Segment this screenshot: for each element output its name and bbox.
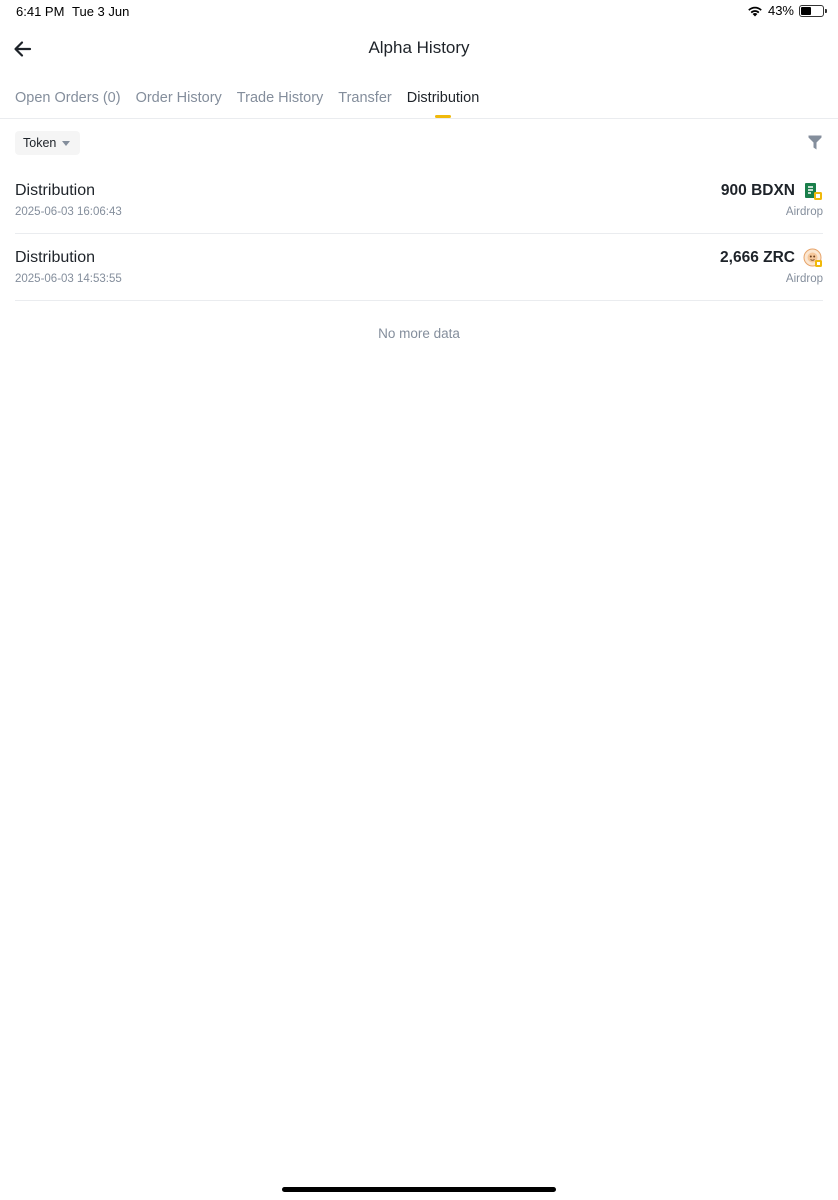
status-bar: 6:41 PM Tue 3 Jun 43%	[0, 0, 838, 24]
tab-label: Order History	[135, 90, 222, 106]
tab-label: Transfer	[338, 90, 392, 106]
tab-bar: Open Orders (0) Order History Trade Hist…	[15, 90, 480, 118]
no-more-data-label: No more data	[378, 326, 460, 341]
battery-icon	[799, 4, 827, 17]
header: Alpha History	[0, 30, 838, 70]
tab-label: Trade History	[236, 90, 324, 106]
page-title: Alpha History	[368, 38, 470, 57]
record-type: Airdrop	[785, 273, 823, 285]
record-amount: 900 BDXN	[720, 182, 795, 199]
bdxn-token-icon	[805, 183, 822, 200]
record-time: 2025-06-03 14:53:55	[15, 273, 122, 285]
tab-distribution[interactable]: Distribution	[406, 90, 480, 118]
token-filter-dropdown[interactable]: Token	[15, 131, 81, 155]
caret-down-icon	[62, 140, 71, 146]
tab-label: Open Orders (0)	[15, 90, 121, 106]
status-indicators: 43%	[747, 3, 827, 18]
wifi-icon	[748, 6, 762, 16]
app-screen: 6:41 PM Tue 3 Jun 43% Alpha History Open…	[0, 0, 838, 1200]
tab-trade-history[interactable]: Trade History	[237, 90, 323, 106]
tab-open-orders[interactable]: Open Orders (0)	[15, 90, 121, 106]
list-item[interactable]: Distribution 2025-06-03 16:06:43 900 BDX…	[15, 167, 823, 234]
tab-transfer[interactable]: Transfer	[338, 90, 391, 106]
record-amount: 2,666 ZRC	[720, 249, 795, 266]
tabs-divider	[0, 118, 838, 119]
list-item[interactable]: Distribution 2025-06-03 14:53:55 2,666 Z…	[15, 234, 823, 301]
record-title: Distribution	[15, 249, 96, 266]
token-filter-label: Token	[23, 136, 57, 150]
tab-label: Distribution	[406, 90, 480, 106]
home-indicator[interactable]	[282, 1187, 556, 1192]
battery-fill	[801, 6, 811, 15]
record-type: Airdrop	[785, 206, 823, 218]
funnel-icon[interactable]	[808, 135, 822, 150]
battery-percent: 43%	[767, 3, 794, 18]
status-time: 6:41 PM	[16, 4, 65, 19]
status-date: Tue 3 Jun	[72, 4, 130, 19]
tab-order-history[interactable]: Order History	[136, 90, 222, 106]
record-time: 2025-06-03 16:06:43	[15, 206, 122, 218]
zrc-token-icon	[803, 248, 822, 267]
distribution-list: Distribution 2025-06-03 16:06:43 900 BDX…	[15, 167, 823, 301]
record-title: Distribution	[15, 182, 96, 199]
